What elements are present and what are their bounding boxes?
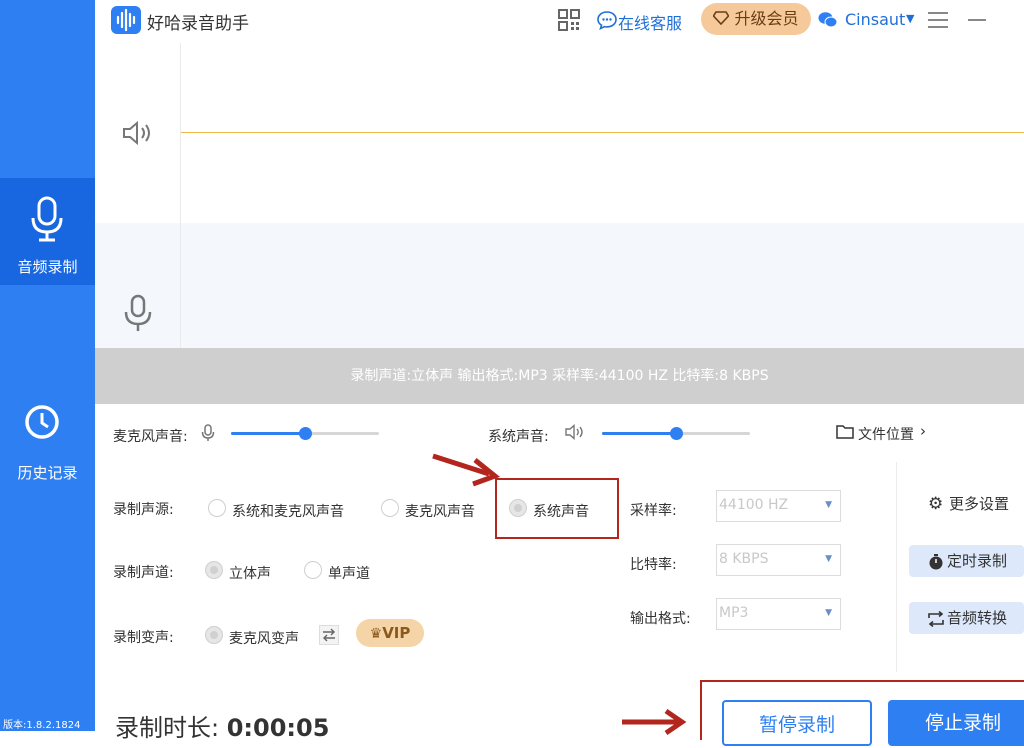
mic-volume-label: 麦克风声音: [113,429,188,445]
vip-badge[interactable]: ♛VIP [356,619,424,647]
minimize-icon[interactable] [966,11,988,29]
sidebar-item-audio-record[interactable]: 音频录制 [0,178,95,285]
sample-rate-label: 采样率: [630,503,677,519]
upgrade-vip-button[interactable]: 升级会员 [701,3,811,35]
folder-icon [836,425,854,439]
radio-channel-mono[interactable] [304,561,322,579]
audio-convert-button[interactable]: 音频转换 [909,602,1024,634]
app-logo [111,6,141,34]
system-volume-fill [602,432,676,435]
online-service-link[interactable]: 在线客服 [597,0,697,43]
waveform-area [95,43,1024,403]
stopwatch-icon [929,554,943,570]
radio-source-mic[interactable] [381,499,399,517]
bitrate-select[interactable]: 8 KBPS ▼ [716,544,841,576]
audio-convert-label: 音频转换 [947,609,1008,627]
chat-bubble-icon [597,11,617,30]
crown-icon: ♛ [369,626,383,642]
sidebar-item-history[interactable]: 历史记录 [0,395,95,495]
file-location-button[interactable]: 文件位置 › [836,422,936,444]
version-label: 版本:1.8.2.1824 [3,720,81,731]
microphone-icon [124,294,152,331]
duration-value: 0:00:05 [226,714,330,742]
source-label: 录制声源: [113,502,174,518]
file-location-label: 文件位置 [858,427,914,443]
system-volume-knob[interactable] [670,427,683,440]
mic-volume-knob[interactable] [299,427,312,440]
microphone-icon [201,424,215,441]
system-waveform-line [181,132,1024,133]
mic-volume-slider[interactable] [231,427,379,440]
diamond-icon [712,11,730,26]
convert-icon [928,611,944,627]
pause-record-button[interactable]: 暂停录制 [722,700,872,746]
clock-icon [25,405,59,439]
sample-rate-value: 44100 HZ [719,497,789,513]
gear-icon: ⚙ [928,494,944,514]
username[interactable]: Cinsaut [845,10,905,29]
mic-volume-fill [231,432,305,435]
annotation-highlight-box [495,478,619,539]
chevron-right-icon: › [920,422,926,440]
recording-info-bar: 录制声道:立体声 输出格式:MP3 采样率:44100 HZ 比特率:8 KBP… [95,348,1024,404]
format-label: 输出格式: [630,611,691,627]
system-volume-label: 系统声音: [488,429,549,445]
sidebar-item-label: 音频录制 [17,258,78,276]
waveform-logo-icon [116,8,136,32]
qr-code-icon[interactable] [558,9,580,31]
speaker-icon [123,120,150,146]
mic-waveform-panel [95,223,1024,348]
radio-channel-stereo[interactable] [205,561,223,579]
recording-duration: 录制时长: 0:00:05 [115,708,329,743]
speaker-icon [565,424,583,440]
upgrade-label: 升级会员 [734,9,799,28]
sidebar: 音频录制 历史记录 版本:1.8.2.1824 [0,0,95,731]
vip-label: VIP [382,624,411,642]
title-bar: 好哈录音助手 在线客服 升级会员 Cinsaut ▼ [95,0,1024,43]
swap-icon[interactable] [319,625,339,645]
channel-label: 录制声道: [113,565,174,581]
volume-controls: 麦克风声音: 系统声音: 文件位置 › [95,404,1024,463]
settings-divider [896,462,897,672]
source-option-label[interactable]: 系统和麦克风声音 [232,501,344,521]
stop-record-button[interactable]: 停止录制 [888,700,1024,746]
online-service-label: 在线客服 [618,14,683,33]
sample-rate-select[interactable]: 44100 HZ ▼ [716,490,841,522]
more-settings-label: 更多设置 [949,495,1010,513]
channel-option-label[interactable]: 单声道 [328,563,370,583]
annotation-arrow-icon [432,453,501,487]
voice-change-label: 录制变声: [113,630,174,646]
timer-record-button[interactable]: 定时录制 [909,545,1024,577]
system-waveform-panel [95,43,1024,223]
recording-settings: 录制声源: 系统和麦克风声音 麦克风声音 系统声音 录制声道: 立体声 单声道 … [95,453,1024,746]
timer-record-label: 定时录制 [947,552,1008,570]
microphone-icon [31,196,63,242]
bitrate-label: 比特率: [630,557,677,573]
wechat-icon [818,12,838,28]
format-select[interactable]: MP3 ▼ [716,598,841,630]
duration-label: 录制时长: [115,714,220,742]
menu-icon[interactable] [927,11,949,29]
chevron-down-icon: ▼ [825,554,832,564]
radio-source-system-and-mic[interactable] [208,499,226,517]
voice-change-option-label[interactable]: 麦克风变声 [229,628,299,648]
chevron-down-icon[interactable]: ▼ [906,12,914,25]
system-volume-slider[interactable] [602,427,750,440]
source-option-label[interactable]: 麦克风声音 [405,501,475,521]
radio-voice-change-mic[interactable] [205,626,223,644]
chevron-down-icon: ▼ [825,608,832,618]
more-settings-button[interactable]: ⚙ 更多设置 [924,488,1024,520]
channel-option-label[interactable]: 立体声 [229,563,271,583]
app-title: 好哈录音助手 [147,14,249,34]
annotation-arrow-icon [622,708,687,736]
chevron-down-icon: ▼ [825,500,832,510]
bitrate-value: 8 KBPS [719,551,769,567]
format-value: MP3 [719,605,749,621]
sidebar-item-label: 历史记录 [17,464,78,482]
